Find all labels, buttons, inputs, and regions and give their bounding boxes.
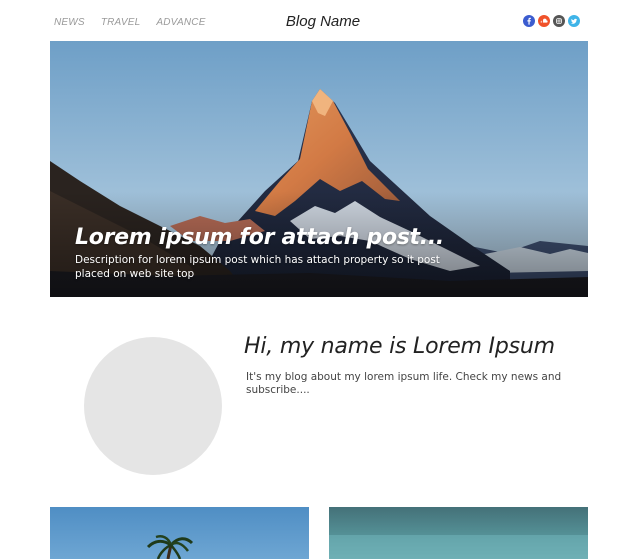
main-nav: NEWS TRAVEL ADVANCE (54, 17, 222, 28)
soundcloud-icon[interactable] (538, 15, 550, 27)
blog-name[interactable]: Blog Name (248, 13, 398, 30)
facebook-icon[interactable] (523, 15, 535, 27)
instagram-icon[interactable] (553, 15, 565, 27)
nav-link-travel[interactable]: TRAVEL (101, 17, 141, 28)
about-title: Hi, my name is Lorem Ipsum (244, 334, 555, 359)
hero-description: Description for lorem ipsum post which h… (75, 254, 440, 280)
sea-photo (329, 507, 588, 559)
featured-post[interactable]: Lorem ipsum for attach post... Descripti… (50, 41, 588, 297)
nav-link-news[interactable]: NEWS (54, 17, 85, 28)
post-card-palm[interactable] (50, 507, 309, 559)
top-navigation-bar: NEWS TRAVEL ADVANCE Blog Name (0, 0, 639, 42)
avatar (84, 337, 222, 475)
social-links (523, 15, 580, 27)
post-card-sea[interactable] (329, 507, 588, 559)
about-text: It's my blog about my lorem ipsum life. … (246, 371, 562, 396)
hero-title[interactable]: Lorem ipsum for attach post... (75, 225, 555, 250)
nav-link-advance[interactable]: ADVANCE (156, 17, 205, 28)
twitter-icon[interactable] (568, 15, 580, 27)
palm-tree-photo (146, 535, 194, 559)
